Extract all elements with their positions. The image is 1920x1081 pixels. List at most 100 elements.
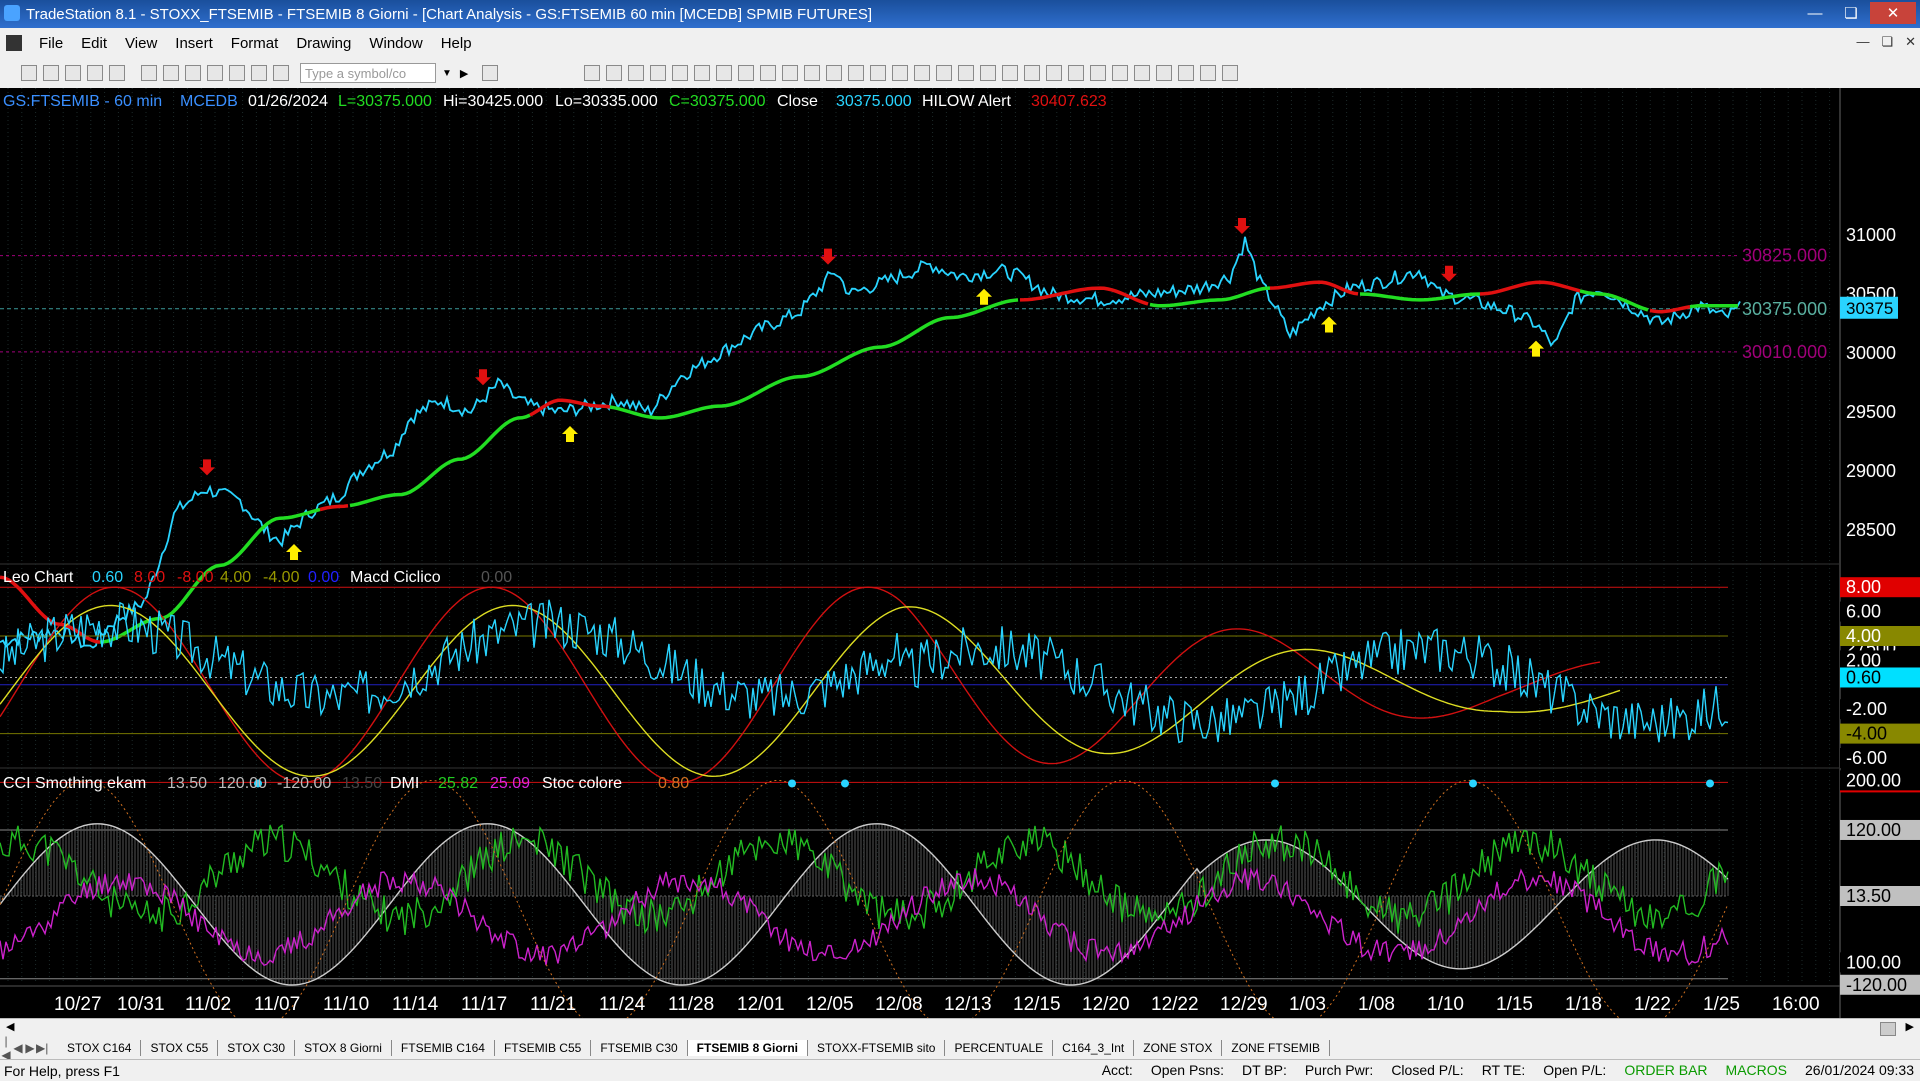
- close-button[interactable]: ✕: [1870, 2, 1916, 24]
- macd-axis-label: -2.00: [1846, 699, 1887, 719]
- line-chart-icon[interactable]: [804, 65, 821, 81]
- cci-header-field: 120.00: [218, 775, 267, 792]
- tab-stox-c55[interactable]: STOX C55: [141, 1040, 219, 1056]
- price-axis-label: 31000: [1846, 225, 1896, 245]
- tab-first-icon[interactable]: |◀: [0, 1034, 12, 1062]
- menu-window[interactable]: Window: [360, 35, 431, 52]
- go-arrow-icon[interactable]: ▶: [460, 67, 468, 80]
- mdi-restore-button[interactable]: ❏: [1881, 34, 1893, 50]
- layout-icon[interactable]: [185, 65, 201, 81]
- rectangle-tool-icon[interactable]: [1200, 65, 1217, 81]
- tab-ftsemib-c30[interactable]: FTSEMIB C30: [591, 1040, 688, 1056]
- tools-icon[interactable]: [936, 65, 953, 81]
- gann-fan-icon[interactable]: [1090, 65, 1107, 81]
- chart-window-icon[interactable]: [6, 35, 22, 51]
- tab-stoxx-ftsemib-sito[interactable]: STOXX-FTSEMIB sito: [808, 1040, 946, 1056]
- globe-icon[interactable]: [273, 65, 289, 81]
- tab-zone-stox[interactable]: ZONE STOX: [1134, 1040, 1223, 1056]
- andrews-pitchfork-icon[interactable]: [1112, 65, 1129, 81]
- channel-icon[interactable]: [1068, 65, 1085, 81]
- drag-icon[interactable]: [914, 65, 931, 81]
- radar-screen-icon[interactable]: [606, 65, 623, 81]
- symbol-dropdown-icon[interactable]: ▼: [442, 68, 452, 79]
- candle-icon[interactable]: [782, 65, 799, 81]
- tab-ftsemib-c164[interactable]: FTSEMIB C164: [392, 1040, 495, 1056]
- open-workspace-icon[interactable]: [65, 65, 81, 81]
- tab-prev-icon[interactable]: ◀: [12, 1041, 24, 1055]
- down-arrow-tool-icon[interactable]: [1156, 65, 1173, 81]
- menu-format[interactable]: Format: [222, 35, 288, 52]
- trendline-icon[interactable]: [980, 65, 997, 81]
- menu-drawing[interactable]: Drawing: [287, 35, 360, 52]
- save-icon[interactable]: [109, 65, 125, 81]
- options-icon[interactable]: [650, 65, 667, 81]
- matrix-icon[interactable]: [628, 65, 645, 81]
- bar-chart-icon[interactable]: [760, 65, 777, 81]
- vertical-line-icon[interactable]: [1024, 65, 1041, 81]
- symbol-input[interactable]: Type a symbol/co: [300, 63, 436, 83]
- macros-button[interactable]: MACROS: [1726, 1062, 1787, 1078]
- pointer-icon[interactable]: [892, 65, 909, 81]
- menu-help[interactable]: Help: [432, 35, 481, 52]
- date-axis-label: 11/21: [530, 994, 576, 1015]
- tab-ftsemib-c55[interactable]: FTSEMIB C55: [495, 1040, 592, 1056]
- macd-header-field: 0.60: [92, 569, 123, 586]
- news-icon[interactable]: [716, 65, 733, 81]
- time-sales-icon[interactable]: [738, 65, 755, 81]
- tab-next-icon[interactable]: ▶: [24, 1041, 36, 1055]
- find-icon[interactable]: [482, 65, 499, 81]
- tab-stox-c164[interactable]: STOX C164: [58, 1040, 142, 1056]
- menu-bar: File Edit View Insert Format Drawing Win…: [0, 28, 1920, 58]
- data-window-icon[interactable]: [958, 65, 975, 81]
- layout-2-icon[interactable]: [207, 65, 223, 81]
- chart-analysis-window[interactable]: 3100030500300002950029000285002800027500…: [0, 88, 1920, 1018]
- tab-stox-8-giorni[interactable]: STOX 8 Giorni: [295, 1040, 392, 1056]
- minimize-button[interactable]: —: [1798, 2, 1832, 24]
- order-bar-button[interactable]: ORDER BAR: [1624, 1062, 1707, 1078]
- zoom-out-icon[interactable]: [870, 65, 887, 81]
- cci-header-field: 25.82: [438, 775, 478, 792]
- tab-c164-3-int[interactable]: C164_3_Int: [1053, 1040, 1135, 1056]
- tab-last-icon[interactable]: ▶|: [36, 1041, 48, 1055]
- cci-header-field: Stoc colore: [542, 775, 622, 792]
- zoom-in-icon[interactable]: [848, 65, 865, 81]
- new-window-icon[interactable]: [87, 65, 103, 81]
- mdi-minimize-button[interactable]: —: [1856, 34, 1869, 50]
- tab-ftsemib-8-giorni[interactable]: FTSEMIB 8 Giorni: [687, 1040, 809, 1056]
- header-field: C=30375.000: [669, 93, 766, 110]
- new-icon[interactable]: [21, 65, 37, 81]
- price-axis-label: 30000: [1846, 343, 1896, 363]
- header-field: Close: [777, 93, 818, 110]
- hot-list-icon[interactable]: [694, 65, 711, 81]
- print-icon[interactable]: [141, 65, 157, 81]
- strategy-icon[interactable]: [251, 65, 267, 81]
- cci-header-field: 0.80: [658, 775, 689, 792]
- scroll-thumb[interactable]: [1880, 1022, 1896, 1036]
- menu-view[interactable]: View: [116, 35, 166, 52]
- text-tool-icon[interactable]: [1222, 65, 1239, 81]
- scroll-left-icon[interactable]: ◀: [6, 1020, 14, 1033]
- mdi-close-button[interactable]: ✕: [1905, 34, 1916, 50]
- date-axis-label: 1/08: [1358, 994, 1395, 1015]
- print-preview-icon[interactable]: [163, 65, 179, 81]
- horizontal-line-icon[interactable]: [1002, 65, 1019, 81]
- horizontal-scrollbar[interactable]: ◀ ▶: [0, 1018, 1920, 1037]
- indicator-icon[interactable]: [826, 65, 843, 81]
- tab-zone-ftsemib[interactable]: ZONE FTSEMIB: [1222, 1040, 1331, 1056]
- chart-analysis-icon[interactable]: [584, 65, 601, 81]
- cci-axis-label: 100.00: [1846, 952, 1901, 972]
- menu-file[interactable]: File: [30, 35, 72, 52]
- header-field: 30407.623: [1031, 93, 1107, 110]
- menu-edit[interactable]: Edit: [72, 35, 116, 52]
- open-icon[interactable]: [43, 65, 59, 81]
- tab-stox-c30[interactable]: STOX C30: [218, 1040, 296, 1056]
- scanner-icon[interactable]: [672, 65, 689, 81]
- menu-insert[interactable]: Insert: [166, 35, 222, 52]
- maximize-button[interactable]: ❏: [1834, 2, 1868, 24]
- up-arrow-tool-icon[interactable]: [1134, 65, 1151, 81]
- scroll-right-icon[interactable]: ▶: [1906, 1020, 1914, 1033]
- ellipse-tool-icon[interactable]: [1178, 65, 1195, 81]
- lock-icon[interactable]: [229, 65, 245, 81]
- tab-percentuale[interactable]: PERCENTUALE: [945, 1040, 1054, 1056]
- fibonacci-icon[interactable]: [1046, 65, 1063, 81]
